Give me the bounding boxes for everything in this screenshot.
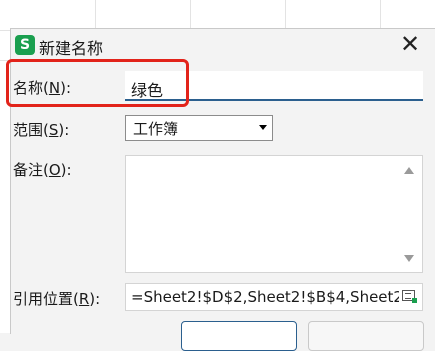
grid-line: [380, 0, 381, 30]
close-icon[interactable]: ✕: [397, 32, 423, 58]
reference-input-value[interactable]: =Sheet2!$D$2,Sheet2!$B$4,Sheet2!$E$6: [131, 288, 399, 306]
dropdown-arrow-icon[interactable]: [259, 125, 267, 130]
scope-dropdown-value[interactable]: 工作簿: [133, 118, 178, 139]
cancel-button[interactable]: [308, 321, 424, 351]
dialog-titlebar: S 新建名称 ✕: [11, 29, 435, 61]
scroll-down-icon[interactable]: [404, 255, 414, 262]
dialog-title: 新建名称: [39, 39, 104, 58]
reference-label: 引用位置(R):: [13, 290, 101, 308]
app-logo: S: [15, 35, 35, 55]
comment-textarea[interactable]: [125, 155, 423, 273]
grid-line: [95, 0, 96, 30]
range-select-icon-accent: [412, 298, 417, 303]
grid-line: [285, 0, 286, 30]
scope-label: 范围(S):: [13, 121, 70, 139]
ok-button[interactable]: [181, 321, 297, 351]
grid-line: [190, 0, 191, 30]
red-highlight-box: [6, 59, 189, 107]
comment-label: 备注(O):: [13, 161, 72, 179]
new-name-dialog: S 新建名称 ✕ 名称(N): 绿色 范围(S): 工作簿 备注(O): 引用位…: [6, 28, 435, 351]
scroll-up-icon[interactable]: [404, 167, 414, 174]
